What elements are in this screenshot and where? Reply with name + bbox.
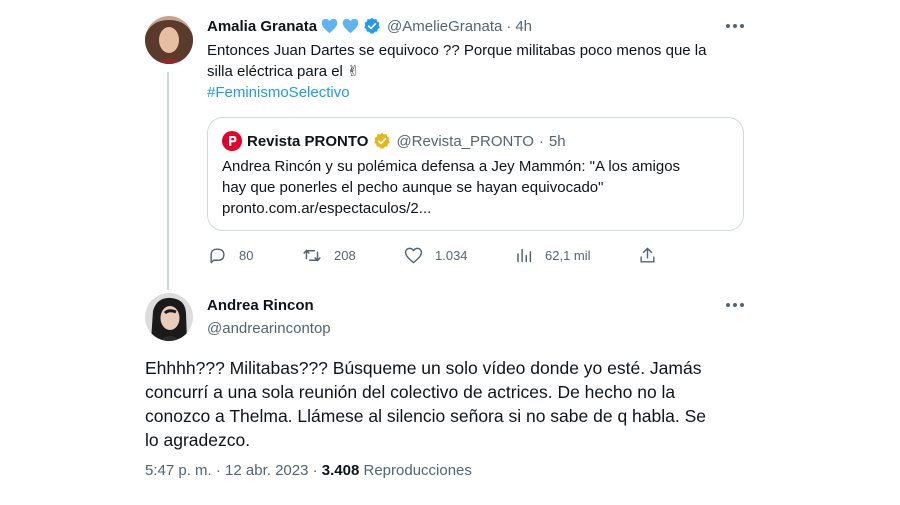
tweet2-text: Ehhhh??? Militabas??? Búsqueme un solo v… [145,356,745,452]
retweet-button[interactable]: 208 [302,246,356,265]
heart-icon [404,246,423,265]
views-chart-icon [515,246,533,265]
retweet-icon [302,246,322,265]
quote-text: Andrea Rincón y su polémica defensa a Je… [222,157,737,220]
tweet-text-line: Ehhhh??? Militabas??? Búsqueme un solo v… [145,358,702,378]
retweet-count: 208 [334,248,356,263]
blue-heart-icon [342,18,359,34]
reply-button[interactable]: 80 [208,246,253,265]
dot-separator: · [506,17,512,35]
reply-icon [208,246,227,265]
tweet-text-line: lo agradezco. [145,430,251,450]
reply-count: 80 [239,248,254,263]
tweet1-text: Entonces Juan Dartes se equivoco ?? Porq… [207,41,767,104]
views-label: Reproducciones [363,462,472,479]
tweet-text-line: silla eléctrica para el ✌ [207,63,360,80]
author-handle[interactable]: @andrearincontop [207,320,331,337]
verified-badge-icon [363,17,381,35]
gold-verified-badge-icon [373,132,391,150]
more-options-icon[interactable] [726,24,744,28]
tweet-text-line: conozco a Thelma. Llámese al silencio se… [145,406,706,426]
share-icon [638,246,657,265]
quoted-tweet-card[interactable]: Revista PRONTO @Revista_PRONTO · 5h Andr… [207,117,744,231]
blue-heart-icon [321,18,338,34]
views-button[interactable]: 62,1 mil [515,246,591,265]
quote-author-handle: @Revista_PRONTO [396,132,534,150]
tweet2-meta: 5:47 p. m. · 12 abr. 2023 · 3.408 Reprod… [145,462,472,479]
quote-time: 5h [548,132,566,150]
quote-link[interactable]: pronto.com.ar/espectaculos/2... [222,199,737,220]
tweet2-header: Andrea Rincon @andrearincontop [207,297,331,337]
thread-line [167,72,169,290]
dot-separator: · [538,132,544,150]
tweet-text-line: concurrí a una sola reunión del colectiv… [145,382,676,402]
quote-header: Revista PRONTO @Revista_PRONTO · 5h [222,131,566,151]
tweet-time[interactable]: 4h [515,18,532,35]
tweet1-header: Amalia Granata @AmelieGranata · 4h [207,17,532,35]
more-options-icon[interactable] [726,303,744,307]
quote-author-name: Revista PRONTO [247,132,369,150]
like-button[interactable]: 1.034 [404,246,468,265]
author-name[interactable]: Amalia Granata [207,18,317,35]
quote-text-line: Andrea Rincón y su polémica defensa a Je… [222,158,681,175]
tweet-text-line: Entonces Juan Dartes se equivoco ?? Porq… [207,42,707,59]
share-button[interactable] [638,246,657,265]
avatar-andrea[interactable] [145,293,193,341]
author-name[interactable]: Andrea Rincon [207,297,331,317]
avatar-amalia[interactable] [145,16,193,64]
quote-text-line: hay que ponerles el pecho aunque se haya… [222,179,604,196]
hashtag-link[interactable]: #FeminismoSelectivo [207,83,767,104]
pronto-logo-icon [222,131,242,151]
views-count: 62,1 mil [545,248,591,263]
views-count: 3.408 [321,462,360,479]
author-handle[interactable]: @AmelieGranata [387,18,502,35]
tweet-timestamp[interactable]: 5:47 p. m. · 12 abr. 2023 · [145,462,322,479]
like-count: 1.034 [435,248,468,263]
